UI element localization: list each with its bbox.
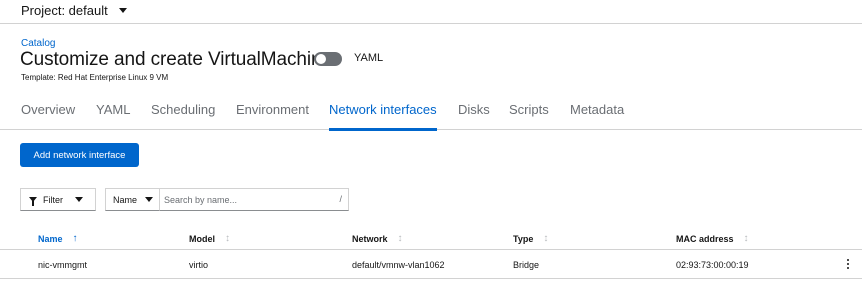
- filter-label: Filter: [43, 194, 63, 205]
- sort-icon: ↕: [543, 233, 549, 244]
- yaml-switch-label: YAML: [354, 52, 384, 64]
- cell-model: virtio: [189, 260, 209, 270]
- project-bar: Project: default: [0, 0, 862, 24]
- project-selector[interactable]: Project: default: [21, 2, 127, 18]
- tab-yaml[interactable]: YAML: [96, 96, 130, 130]
- search-input[interactable]: [164, 192, 329, 207]
- column-header-type[interactable]: Type ↕: [513, 233, 548, 244]
- search-box: /: [159, 188, 349, 211]
- table-row: nic-vmmgmt virtio default/vmnw-vlan1062 …: [0, 251, 862, 279]
- cell-type: Bridge: [513, 260, 540, 270]
- tab-bar: Overview YAML Scheduling Environment Net…: [0, 96, 862, 131]
- tab-disks[interactable]: Disks: [458, 96, 490, 130]
- sort-icon: ↕: [225, 233, 230, 244]
- column-header-model[interactable]: Model ↕: [189, 233, 230, 244]
- filter-icon: [29, 197, 37, 206]
- switch-knob: [316, 54, 326, 64]
- sort-ascending-icon: ↑: [72, 233, 78, 244]
- cell-name: nic-vmmgmt: [38, 260, 87, 270]
- sort-icon: ↕: [743, 233, 749, 244]
- breadcrumb-catalog[interactable]: Catalog: [21, 38, 55, 49]
- row-actions-kebab-icon[interactable]: [845, 259, 851, 271]
- project-label: Project: default: [21, 2, 108, 18]
- name-select-label: Name: [113, 194, 138, 205]
- filter-dropdown[interactable]: Filter: [20, 188, 96, 211]
- tab-network-interfaces[interactable]: Network interfaces: [329, 96, 437, 131]
- tab-scheduling[interactable]: Scheduling: [151, 96, 215, 130]
- caret-down-icon: [118, 7, 127, 13]
- template-line: Template: Red Hat Enterprise Linux 9 VM: [21, 73, 169, 82]
- column-header-name[interactable]: Name ↑: [38, 233, 78, 244]
- tab-scripts[interactable]: Scripts: [509, 96, 549, 130]
- sort-icon: ↕: [397, 233, 403, 244]
- tab-overview[interactable]: Overview: [21, 96, 75, 130]
- tab-environment[interactable]: Environment: [236, 96, 309, 130]
- add-network-interface-button[interactable]: Add network interface: [20, 143, 139, 167]
- column-header-mac-address[interactable]: MAC address ↕: [676, 233, 749, 244]
- caret-down-icon: [75, 197, 83, 202]
- caret-down-icon: [145, 197, 154, 202]
- tab-metadata[interactable]: Metadata: [570, 96, 624, 130]
- yaml-switch[interactable]: [314, 52, 342, 66]
- cell-mac-address: 02:93:73:00:00:19: [676, 260, 749, 270]
- page-title: Customize and create VirtualMachine: [20, 49, 332, 70]
- cell-network: default/vmnw-vlan1062: [352, 260, 445, 270]
- name-attribute-select[interactable]: Name: [105, 188, 159, 211]
- column-header-network[interactable]: Network ↕: [352, 233, 403, 244]
- table-header-row: Name ↑ Model ↕ Network ↕ Type ↕ MAC addr…: [0, 228, 862, 250]
- keyboard-shortcut-hint: /: [339, 194, 342, 204]
